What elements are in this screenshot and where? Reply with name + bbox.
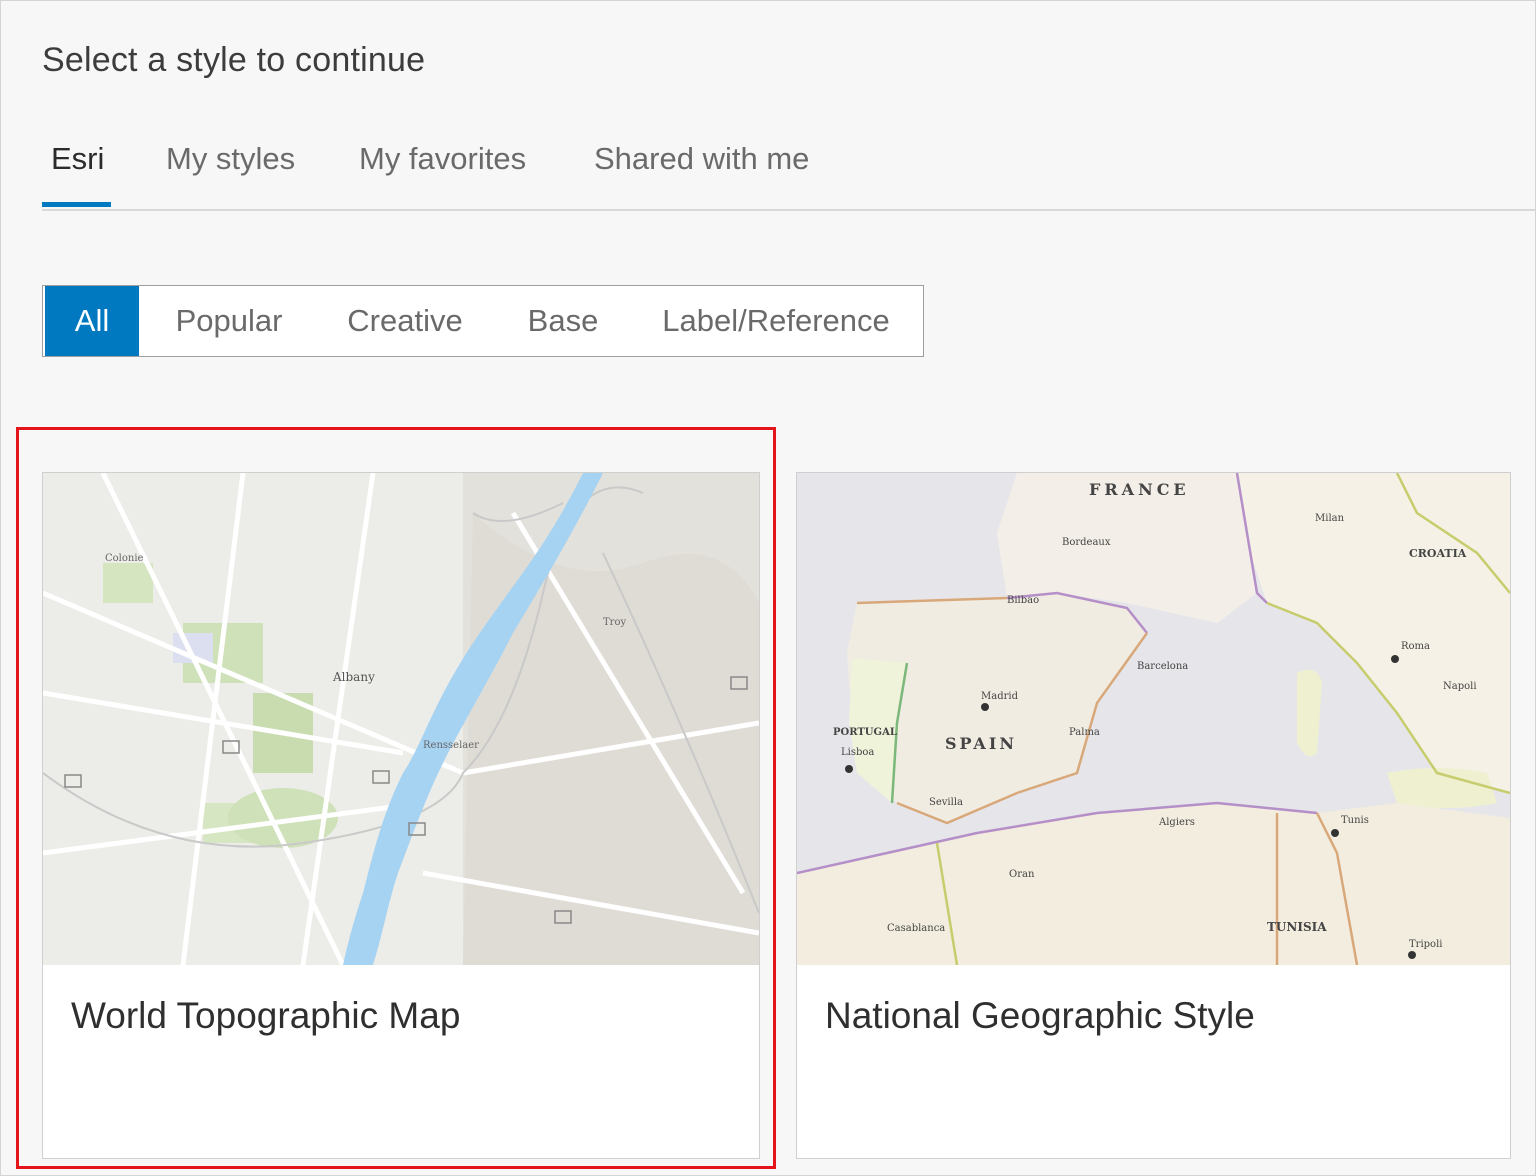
map-label-roma: Roma	[1401, 641, 1430, 652]
style-card-world-topographic[interactable]: Albany Rensselaer Troy Colonie World Top…	[42, 472, 760, 1159]
tab-my-favorites[interactable]: My favorites	[359, 141, 526, 207]
map-label-oran: Oran	[1009, 869, 1035, 880]
dialog-title: Select a style to continue	[42, 41, 426, 79]
map-label-madrid: Madrid	[981, 691, 1019, 702]
source-tabs: Esri My styles My favorites Shared with …	[42, 141, 1535, 211]
map-label-tunisia: TUNISIA	[1267, 920, 1327, 934]
map-label-portugal: PORTUGAL	[833, 727, 897, 738]
map-label-casablanca: Casablanca	[887, 923, 945, 934]
map-label-tripoli: Tripoli	[1409, 939, 1442, 950]
tab-esri[interactable]: Esri	[51, 141, 104, 207]
style-card-name: World Topographic Map	[71, 995, 461, 1036]
active-tab-indicator	[42, 202, 111, 207]
map-label-algiers: Algiers	[1158, 817, 1195, 828]
national-geographic-thumbnail: FRANCE SPAIN PORTUGAL CROATIA TUNISIA Ba…	[797, 473, 1510, 965]
map-label-lisboa: Lisboa	[841, 747, 874, 758]
map-label-tunis: Tunis	[1341, 815, 1369, 826]
map-label-colonie: Colonie	[105, 553, 144, 564]
map-label-sevilla: Sevilla	[929, 797, 963, 808]
map-label-troy: Troy	[603, 617, 626, 628]
map-label-milan: Milan	[1315, 513, 1345, 524]
world-topographic-thumbnail: Albany Rensselaer Troy Colonie	[43, 473, 759, 965]
filter-label-reference[interactable]: Label/Reference	[649, 286, 903, 356]
map-label-palma: Palma	[1069, 727, 1100, 738]
map-label-napoli: Napoli	[1443, 681, 1477, 692]
map-label-barcelona: Barcelona	[1137, 661, 1188, 672]
filter-base[interactable]: Base	[511, 286, 615, 356]
style-card-national-geographic[interactable]: FRANCE SPAIN PORTUGAL CROATIA TUNISIA Ba…	[796, 472, 1511, 1159]
tab-my-styles[interactable]: My styles	[166, 141, 295, 207]
map-label-spain: SPAIN	[945, 734, 1017, 753]
map-label-bordeaux: Bordeaux	[1062, 537, 1111, 548]
tab-shared-with-me[interactable]: Shared with me	[594, 141, 809, 207]
map-label-croatia: CROATIA	[1409, 547, 1467, 560]
map-label-rensselaer: Rensselaer	[423, 740, 479, 751]
map-label-bilbao: Bilbao	[1007, 595, 1039, 606]
filter-creative[interactable]: Creative	[333, 286, 477, 356]
map-label-france: FRANCE	[1089, 480, 1190, 499]
filter-all[interactable]: All	[45, 286, 139, 356]
filter-popular[interactable]: Popular	[157, 286, 301, 356]
category-filter: All Popular Creative Base Label/Referenc…	[42, 285, 924, 357]
style-picker-dialog: Select a style to continue Esri My style…	[0, 0, 1536, 1176]
map-label-albany: Albany	[332, 670, 375, 684]
style-card-name: National Geographic Style	[825, 995, 1255, 1036]
